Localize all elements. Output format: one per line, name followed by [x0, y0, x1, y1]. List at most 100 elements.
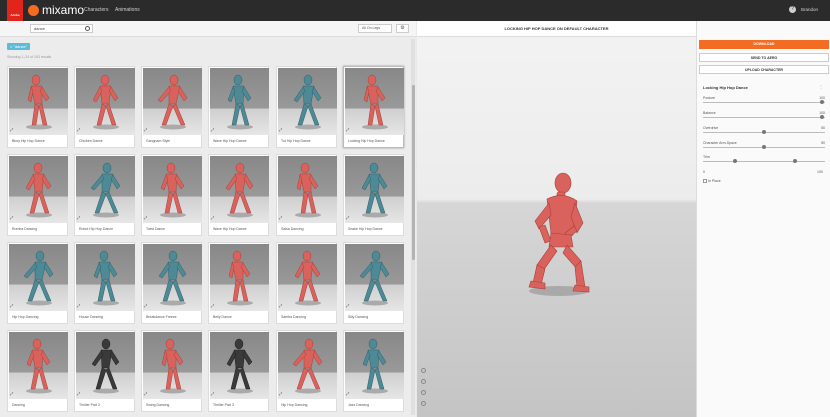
search-icon[interactable]: [85, 26, 90, 31]
camera-pan-icon[interactable]: [421, 379, 426, 384]
help-icon[interactable]: ?: [789, 6, 796, 13]
animation-thumbnail[interactable]: [143, 156, 202, 223]
animation-card[interactable]: ⤢ Snake Hip Hop Dance: [343, 154, 404, 236]
3d-viewport[interactable]: LOCKING HIP HOP DANCE ON DEFAULT CHARACT…: [417, 21, 696, 417]
animation-thumbnail[interactable]: [76, 244, 135, 311]
animation-card-label: Snake Hip Hop Dance: [348, 227, 383, 231]
camera-rotate-icon[interactable]: [421, 368, 426, 373]
animation-card[interactable]: ⤢ Wave Hip Hop Dance: [208, 154, 269, 236]
adobe-text: Adobe: [10, 13, 20, 17]
animation-card[interactable]: ⤢ House Dancing: [74, 242, 135, 324]
results-count: Showing 1–24 of 153 results: [7, 55, 52, 59]
search-tag[interactable]: × "dance": [7, 43, 31, 50]
animation-card[interactable]: ⤢ Samba Dancing: [276, 242, 337, 324]
animation-menu-icon[interactable]: ⋮: [819, 84, 823, 89]
trim-track[interactable]: [703, 161, 825, 162]
animation-card[interactable]: ⤢ Wave Hip Hop Dance: [208, 66, 269, 148]
in-place-icon: ⤢: [10, 303, 14, 308]
animation-name: Locking Hip Hop Dance: [703, 85, 748, 90]
animation-thumbnail[interactable]: [345, 244, 404, 311]
app-title[interactable]: mixamo: [42, 3, 84, 17]
slider-handle[interactable]: [819, 100, 824, 104]
user-menu[interactable]: Brandon: [801, 7, 818, 12]
animation-thumbnail[interactable]: [76, 332, 135, 399]
slider-track[interactable]: [703, 102, 825, 103]
animation-card[interactable]: ⤢ Thriller Part 3: [208, 330, 269, 412]
animation-card[interactable]: ⤢ Belly Dance: [208, 242, 269, 324]
animation-thumbnail[interactable]: [143, 332, 202, 399]
in-place-icon: ⤢: [279, 127, 283, 132]
in-place-icon: ⤢: [144, 391, 148, 396]
animation-card[interactable]: ⤢ Salsa Dancing: [276, 154, 337, 236]
play-icon[interactable]: [421, 401, 426, 406]
animation-card[interactable]: ⤢ Swing Dancing: [141, 330, 202, 412]
animation-thumbnail[interactable]: [143, 244, 202, 311]
in-place-icon: ⤢: [10, 127, 14, 132]
animation-thumbnail[interactable]: [210, 244, 269, 311]
animation-card[interactable]: ⤢ Hip Hop Dancing: [7, 242, 68, 324]
upload-character-button[interactable]: UPLOAD CHARACTER: [699, 65, 829, 74]
animation-card[interactable]: ⤢ Bboy Hip Hop Dance: [7, 66, 68, 148]
parameter-slider[interactable]: Balance 100: [703, 111, 825, 121]
animation-thumbnail[interactable]: [345, 156, 404, 223]
scrollbar-thumb[interactable]: [412, 85, 415, 260]
animation-card[interactable]: ⤢ Thriller Part 2: [74, 330, 135, 412]
character-figure: [92, 74, 119, 130]
download-button[interactable]: DOWNLOAD: [699, 40, 829, 49]
character-body: [528, 172, 590, 293]
animation-thumbnail[interactable]: [278, 68, 337, 135]
animation-card[interactable]: ⤢ Twist Dance: [141, 154, 202, 236]
character-figure: [227, 74, 253, 130]
nav-animations[interactable]: Animations: [115, 7, 140, 13]
slider-handle[interactable]: [762, 145, 766, 149]
animation-thumbnail[interactable]: [278, 332, 337, 399]
animation-thumbnail[interactable]: [210, 332, 269, 399]
trim-slider[interactable]: Trim: [703, 155, 825, 165]
character-figure: [23, 250, 54, 306]
send-to-aero-button[interactable]: SEND TO AERO: [699, 53, 829, 62]
animation-card[interactable]: ⤢ Gangnam Style: [141, 66, 202, 148]
animation-thumbnail[interactable]: [143, 68, 202, 135]
parameter-slider[interactable]: Posture 100: [703, 96, 825, 106]
character-figure: [226, 338, 253, 394]
animation-card[interactable]: ⤢ Rumba Dancing: [7, 154, 68, 236]
animation-thumbnail[interactable]: [76, 156, 135, 223]
slider-handle[interactable]: [762, 130, 766, 134]
animation-card[interactable]: ⤢ Dancing: [7, 330, 68, 412]
animation-card[interactable]: ⤢ Chicken Dance: [74, 66, 135, 148]
character-preview: [528, 172, 590, 296]
animation-thumbnail[interactable]: [345, 68, 404, 135]
animation-card[interactable]: ⤢ Silly Dancing: [343, 242, 404, 324]
top-bar: Adobe mixamo Characters Animations ? Bra…: [0, 0, 830, 21]
animation-thumbnail[interactable]: [9, 68, 68, 135]
in-place-toggle[interactable]: In Place: [703, 179, 721, 184]
trim-start-handle[interactable]: [733, 159, 737, 163]
animation-thumbnail[interactable]: [76, 68, 135, 135]
animation-card[interactable]: ⤢ Hip Hop Dancing: [276, 330, 337, 412]
animation-card[interactable]: ⤢ Robot Hip Hop Dance: [74, 154, 135, 236]
animation-thumbnail[interactable]: [278, 244, 337, 311]
animation-thumbnail[interactable]: [9, 244, 68, 311]
parameter-slider[interactable]: Overdrive 50: [703, 126, 825, 136]
animation-card[interactable]: ⤢ Breakdance Freeze: [141, 242, 202, 324]
animation-thumbnail[interactable]: [9, 332, 68, 399]
animation-thumbnail[interactable]: [210, 68, 269, 135]
camera-zoom-icon[interactable]: [421, 390, 426, 395]
animation-thumbnail[interactable]: [9, 156, 68, 223]
animation-thumbnail[interactable]: [210, 156, 269, 223]
slider-track[interactable]: [703, 117, 825, 118]
animation-thumbnail[interactable]: [278, 156, 337, 223]
settings-gear-icon[interactable]: ⚙: [396, 24, 409, 33]
nav-characters[interactable]: Characters: [84, 7, 108, 13]
animation-card[interactable]: ⤢ Locking Hip Hop Dance: [343, 66, 404, 148]
in-place-checkbox[interactable]: [703, 179, 707, 184]
animation-card[interactable]: ⤢ Jazz Dancing: [343, 330, 404, 412]
search-input[interactable]: dance: [30, 24, 93, 33]
trim-end-handle[interactable]: [793, 159, 797, 163]
adobe-logo[interactable]: Adobe: [7, 0, 23, 21]
animation-thumbnail[interactable]: [345, 332, 404, 399]
animation-card[interactable]: ⤢ Tut Hip Hop Dance: [276, 66, 337, 148]
filter-select[interactable]: All On Legs: [358, 24, 392, 33]
parameter-slider[interactable]: Character Arm-Space 50: [703, 141, 825, 151]
slider-handle[interactable]: [819, 115, 824, 119]
